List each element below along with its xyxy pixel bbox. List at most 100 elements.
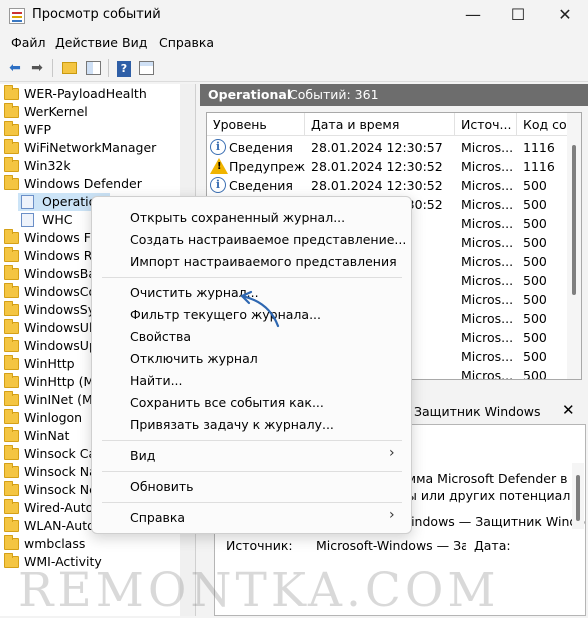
tree-item-windows-defender[interactable]: Windows Defender	[0, 175, 180, 193]
menu-find[interactable]: Найти...	[130, 373, 183, 388]
cell-source: Micros...	[461, 330, 514, 345]
folder-icon	[4, 517, 19, 532]
cell-code: 500	[523, 330, 547, 345]
cell-code: 500	[523, 368, 547, 380]
cell-source: Micros...	[461, 197, 514, 212]
cell-source: Micros...	[461, 368, 514, 380]
detail-log-name: Windows — Защитник Windows/(	[399, 514, 585, 529]
detail-description-line: амма Microsoft Defender в	[399, 471, 568, 486]
detail-date-label: Дата:	[474, 538, 511, 553]
folder-icon	[4, 121, 19, 136]
menu-attach-task[interactable]: Привязать задачу к журналу...	[130, 417, 334, 432]
grid-scroll-thumb[interactable]	[572, 145, 576, 295]
folder-icon	[4, 355, 19, 370]
cell-source: Micros...	[461, 273, 514, 288]
grid-scrollbar[interactable]	[567, 113, 581, 379]
annotation-arrow-icon	[240, 290, 280, 328]
column-header-level[interactable]: Уровень	[207, 113, 305, 136]
table-row[interactable]: Предупреж... 28.01.2024 12:30:52 Micros...…	[207, 157, 567, 176]
cell-code: 1116	[523, 140, 555, 155]
close-button[interactable]: ✕	[542, 0, 588, 32]
menu-file[interactable]: Файл	[11, 35, 46, 50]
window-title: Просмотр событий	[32, 7, 161, 22]
menu-action[interactable]: Действие	[55, 35, 118, 50]
log-icon	[21, 195, 34, 209]
cell-date: 28.01.2024 12:30:57	[311, 140, 443, 155]
menu-separator	[102, 502, 402, 503]
cell-code: 500	[523, 273, 547, 288]
maximize-button[interactable]: ☐	[495, 0, 541, 32]
menu-separator	[102, 440, 402, 441]
cell-code: 500	[523, 292, 547, 307]
table-row[interactable]: i Сведения 28.01.2024 12:30:52 Micros... 500	[207, 176, 567, 195]
cell-code: 500	[523, 178, 547, 193]
toolbar: ⬅ ➡ ?	[0, 54, 588, 82]
up-folder-icon[interactable]	[59, 58, 79, 78]
cell-source: Micros...	[461, 254, 514, 269]
menu-filter-current-log[interactable]: Фильтр текущего журнала...	[130, 307, 321, 322]
menu-properties[interactable]: Свойства	[130, 329, 191, 344]
cell-code: 500	[523, 197, 547, 212]
menu-bar: Файл Действие Вид Справка	[0, 32, 588, 54]
folder-icon	[4, 157, 19, 172]
column-header-source[interactable]: Источ...	[455, 113, 517, 136]
folder-icon	[4, 499, 19, 514]
properties-pane-icon[interactable]	[136, 58, 156, 78]
cell-source: Micros...	[461, 311, 514, 326]
detail-close-icon[interactable]: ✕	[562, 401, 575, 419]
folder-icon	[4, 265, 19, 280]
cell-source: Micros...	[461, 216, 514, 231]
detail-scroll-thumb[interactable]	[576, 475, 580, 521]
cell-source: Micros...	[461, 178, 514, 193]
folder-icon	[4, 337, 19, 352]
info-icon: i	[210, 139, 226, 155]
menu-view[interactable]: Вид	[122, 35, 147, 50]
tree-item[interactable]: WFP	[0, 121, 180, 139]
table-row[interactable]: i Сведения 28.01.2024 12:30:57 Micros... 111…	[207, 138, 567, 157]
menu-help-submenu[interactable]: Справка	[130, 510, 185, 525]
cell-code: 500	[523, 254, 547, 269]
cell-level: Сведения	[229, 178, 293, 193]
menu-help[interactable]: Справка	[159, 35, 214, 50]
folder-icon	[4, 481, 19, 496]
menu-view-submenu[interactable]: Вид	[130, 448, 155, 463]
folder-icon	[4, 139, 19, 154]
detail-scrollbar[interactable]	[572, 463, 584, 529]
tree-item[interactable]: WER-PayloadHealth	[0, 85, 180, 103]
minimize-button[interactable]: —	[450, 0, 496, 32]
forward-arrow-icon[interactable]: ➡	[27, 58, 47, 78]
menu-open-saved-log[interactable]: Открыть сохраненный журнал...	[130, 210, 345, 225]
folder-icon	[4, 301, 19, 316]
column-header-date[interactable]: Дата и время	[305, 113, 455, 136]
tree-item[interactable]: Win32k	[0, 157, 180, 175]
help-icon[interactable]: ?	[114, 58, 134, 78]
event-count: Событий: 361	[289, 87, 379, 102]
menu-disable-log[interactable]: Отключить журнал	[130, 351, 258, 366]
folder-icon	[4, 553, 19, 568]
folder-icon	[4, 391, 19, 406]
cell-code: 1116	[523, 159, 555, 174]
menu-create-custom-view[interactable]: Создать настраиваемое представление...	[130, 232, 406, 247]
submenu-arrow-icon: ›	[389, 445, 395, 461]
log-icon	[21, 213, 34, 227]
tree-item[interactable]: WerKernel	[0, 103, 180, 121]
tree-item[interactable]: wmbclass	[0, 535, 180, 553]
menu-save-all-events[interactable]: Сохранить все события как...	[130, 395, 324, 410]
detail-description-line: лы или других потенциал	[399, 488, 571, 503]
watermark: REMONTKA.COM	[18, 563, 500, 618]
cell-code: 500	[523, 235, 547, 250]
menu-refresh[interactable]: Обновить	[130, 479, 194, 494]
cell-date: 28.01.2024 12:30:52	[311, 159, 443, 174]
tree-item[interactable]: WiFiNetworkManager	[0, 139, 180, 157]
menu-import-custom-view[interactable]: Импорт настраиваемого представления	[130, 254, 397, 269]
toolbar-separator	[52, 59, 53, 77]
back-arrow-icon[interactable]: ⬅	[5, 58, 25, 78]
cell-source: Micros...	[461, 349, 514, 364]
folder-icon	[4, 409, 19, 424]
toolbar-separator	[108, 59, 109, 77]
show-hide-tree-icon[interactable]	[83, 58, 103, 78]
folder-icon	[4, 283, 19, 298]
menu-separator	[102, 277, 402, 278]
detail-source-label: Источник:	[226, 538, 293, 553]
folder-icon	[4, 445, 19, 460]
